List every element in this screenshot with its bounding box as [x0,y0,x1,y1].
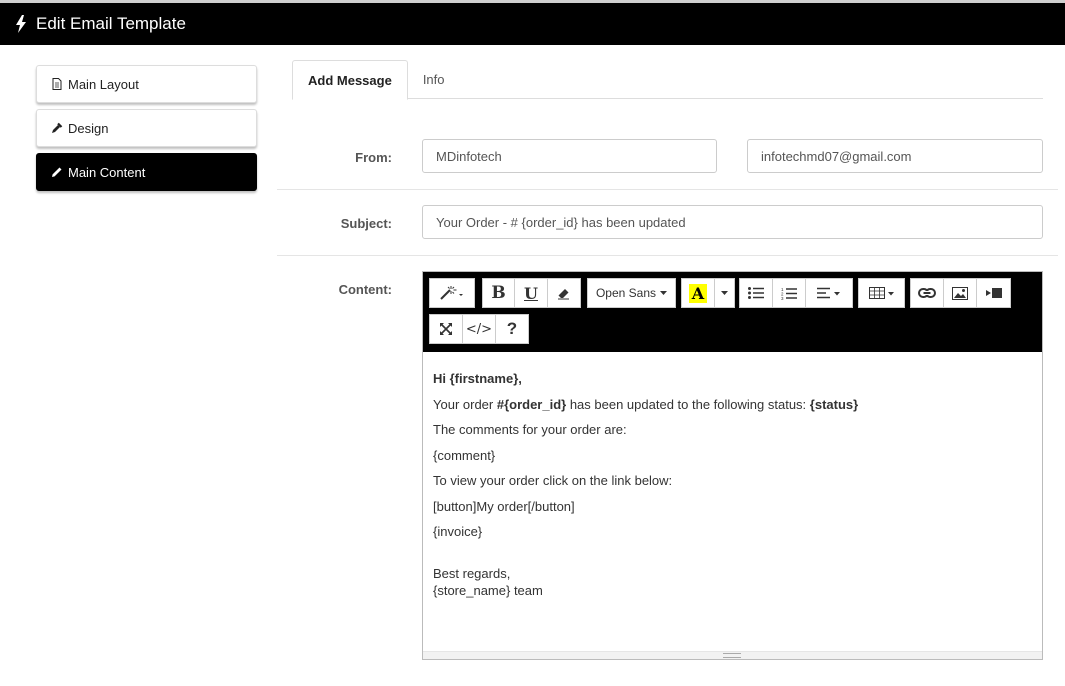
link-icon [918,288,936,298]
caret-down-icon [721,291,728,295]
greeting-text: Hi {firstname}, [433,371,522,386]
pencil-icon [51,166,63,178]
video-icon [985,288,1002,298]
rich-text-editor: B U Open Sans A 1 2 3 </> ? Hi {firstnam… [422,271,1043,660]
code-view-button[interactable]: </> [463,314,496,344]
svg-text:3: 3 [781,296,784,300]
sidebar-item-main-layout[interactable]: Main Layout [36,65,257,103]
view-order-line: To view your order click on the link bel… [433,473,673,488]
file-icon [51,78,63,90]
comments-line: The comments for your order are: [433,422,627,437]
sidebar-item-label: Design [68,120,109,136]
from-label: From: [355,150,392,165]
sidebar-item-design[interactable]: Design [36,109,257,147]
sidebar: Main Layout Design Main Content [36,65,257,197]
color-dropdown-button[interactable] [715,278,735,308]
page-header: Edit Email Template [0,3,1065,45]
unordered-list-button[interactable] [739,278,773,308]
style-magic-button[interactable] [429,278,475,308]
underline-button[interactable]: U [515,278,548,308]
resize-handle[interactable] [423,651,1042,659]
help-button[interactable]: ? [496,314,529,344]
bold-button[interactable]: B [482,278,515,308]
invoice-token: {invoice} [433,524,483,539]
highlight-letter: A [688,283,708,303]
button-shortcode: [button]My order[/button] [433,498,575,514]
tab-info[interactable]: Info [408,60,460,99]
sidebar-item-label: Main Layout [68,76,139,92]
magic-wand-icon [439,285,465,301]
insert-link-button[interactable] [910,278,944,308]
font-family-dropdown[interactable]: Open Sans [587,278,676,308]
sidebar-item-label: Main Content [68,164,146,180]
align-left-icon [817,287,841,299]
caret-down-icon [660,291,668,295]
insert-video-button[interactable] [977,278,1011,308]
status-token: {status} [809,396,859,412]
eraser-icon [557,286,571,300]
list-ul-icon [748,287,764,299]
status-line: Your order #{order_id} has been updated … [433,396,1033,413]
comment-token: {comment} [433,447,496,463]
sidebar-item-main-content[interactable]: Main Content [36,153,257,191]
text-run: Your order [433,396,497,412]
text-run: has been updated to the following status… [566,396,810,412]
list-ol-icon: 123 [781,287,797,300]
editor-content[interactable]: Hi {firstname}, Your order #{order_id} h… [433,370,1033,599]
page-title: Edit Email Template [36,14,186,33]
from-email-field[interactable] [747,139,1043,173]
subject-label: Subject: [340,216,392,231]
order-id-token: #{order_id} [496,396,567,412]
tab-add-message[interactable]: Add Message [292,60,408,100]
grip-lines-icon [723,653,741,658]
from-name-field[interactable] [422,139,717,173]
table-dropdown-button[interactable] [858,278,905,308]
signature-line: {store_name} team [433,583,543,598]
font-family-value: Open Sans [595,286,657,300]
arrows-expand-icon [440,323,452,335]
content-label: Content: [338,282,392,297]
ordered-list-button[interactable]: 123 [773,278,806,308]
fullscreen-button[interactable] [429,314,463,344]
subject-field[interactable] [422,205,1043,239]
divider [277,255,1058,256]
tab-bar: Add Message Info [292,60,1043,100]
paragraph-align-dropdown[interactable] [806,278,853,308]
highlight-color-button[interactable]: A [681,278,715,308]
bolt-icon [14,15,28,33]
editor-toolbar: B U Open Sans A 1 2 3 </> ? [423,272,1042,352]
regards-line: Best regards, [433,566,511,581]
image-icon [952,286,968,300]
divider [277,189,1058,190]
table-icon [868,287,895,299]
clear-format-button[interactable] [548,278,581,308]
insert-image-button[interactable] [944,278,977,308]
eyedropper-icon [51,122,63,134]
